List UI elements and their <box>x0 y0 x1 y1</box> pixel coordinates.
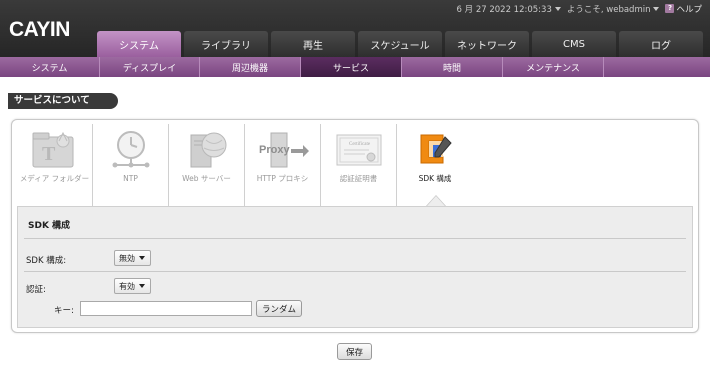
service-certificate[interactable]: Certificate 認証証明書 <box>321 124 397 206</box>
key-input[interactable] <box>80 301 252 316</box>
clock-icon <box>112 131 149 168</box>
sdk-config-box: SDK 構成 SDK 構成: 無効 認証: 有効 キー: ランダム <box>17 206 693 328</box>
subtab-maintenance[interactable]: メンテナンス <box>503 57 604 77</box>
main-tabs: システム ライブラリ 再生 スケジュール ネットワーク CMS ログ <box>97 31 703 57</box>
svg-text:Certificate: Certificate <box>349 142 371 147</box>
svg-text:T: T <box>42 143 56 165</box>
tab-schedule[interactable]: スケジュール <box>358 31 442 57</box>
chevron-down-icon <box>139 256 145 260</box>
datetime-display[interactable]: 6 月 27 2022 12:05:33 <box>457 3 561 15</box>
key-label: キー: <box>54 306 74 316</box>
web-server-icon <box>190 132 226 168</box>
active-pointer <box>427 196 445 206</box>
service-http-proxy[interactable]: Proxy HTTP プロキシ <box>245 124 321 206</box>
sub-navigation: システム ディスプレイ 周辺機器 サービス 時間 メンテナンス <box>0 57 710 77</box>
help-button[interactable]: ? ヘルプ <box>665 3 702 15</box>
help-label: ヘルプ <box>676 4 702 15</box>
app-header: CAYIN 6 月 27 2022 12:05:33 ようこそ, webadmi… <box>0 0 710 57</box>
proxy-icon: Proxy <box>259 132 309 168</box>
cayin-logo: CAYIN <box>9 18 70 41</box>
auth-label: 認証: <box>26 285 46 295</box>
subtab-services[interactable]: サービス <box>301 57 402 77</box>
sdk-tools-icon <box>420 134 452 164</box>
tab-system[interactable]: システム <box>97 31 181 57</box>
service-ntp[interactable]: NTP <box>93 124 169 206</box>
service-web-server[interactable]: Web サーバー <box>169 124 245 206</box>
service-label: Web サーバー <box>182 174 231 183</box>
sdk-config-value: 無効 <box>119 253 135 263</box>
section-title: サービスについて <box>8 93 118 109</box>
subtab-time[interactable]: 時間 <box>402 57 503 77</box>
top-status-bar: 6 月 27 2022 12:05:33 ようこそ, webadmin ? ヘル… <box>457 2 702 15</box>
tab-network[interactable]: ネットワーク <box>445 31 529 57</box>
chevron-down-icon <box>139 284 145 288</box>
services-panel: T メディア フォルダー NTP Web サーバー Proxy HTTP プロキ… <box>11 119 699 333</box>
certificate-icon: Certificate <box>336 134 381 166</box>
divider <box>24 271 686 272</box>
service-label: NTP <box>123 174 138 183</box>
help-icon: ? <box>665 4 675 13</box>
svg-text:Proxy: Proxy <box>259 144 290 156</box>
tab-cms[interactable]: CMS <box>532 31 616 57</box>
subtab-system[interactable]: システム <box>0 57 100 77</box>
subtab-peripherals[interactable]: 周辺機器 <box>200 57 301 77</box>
service-label: HTTP プロキシ <box>256 174 309 183</box>
chevron-down-icon <box>653 7 660 11</box>
service-icons-row: T メディア フォルダー NTP Web サーバー Proxy HTTP プロキ… <box>17 124 473 210</box>
random-button[interactable]: ランダム <box>256 300 302 317</box>
chevron-down-icon <box>554 7 561 11</box>
sdk-config-select[interactable]: 無効 <box>114 250 151 266</box>
auth-select[interactable]: 有効 <box>114 278 151 294</box>
service-sdk-config[interactable]: SDK 構成 <box>397 124 473 206</box>
divider <box>24 238 686 239</box>
service-media-folder[interactable]: T メディア フォルダー <box>17 124 93 206</box>
save-button[interactable]: 保存 <box>337 343 372 360</box>
subtab-display[interactable]: ディスプレイ <box>100 57 200 77</box>
auth-value: 有効 <box>119 281 135 291</box>
tab-library[interactable]: ライブラリ <box>184 31 268 57</box>
service-label: メディア フォルダー <box>19 174 90 183</box>
logo-text: CAYIN <box>9 18 70 41</box>
sdk-config-label: SDK 構成: <box>26 256 67 266</box>
service-label: 認証証明書 <box>339 174 378 183</box>
user-menu[interactable]: ようこそ, webadmin <box>567 3 660 15</box>
service-label: SDK 構成 <box>418 174 452 183</box>
media-folder-icon: T <box>32 131 73 168</box>
config-title: SDK 構成 <box>28 221 71 231</box>
tab-log[interactable]: ログ <box>619 31 703 57</box>
tab-playback[interactable]: 再生 <box>271 31 355 57</box>
